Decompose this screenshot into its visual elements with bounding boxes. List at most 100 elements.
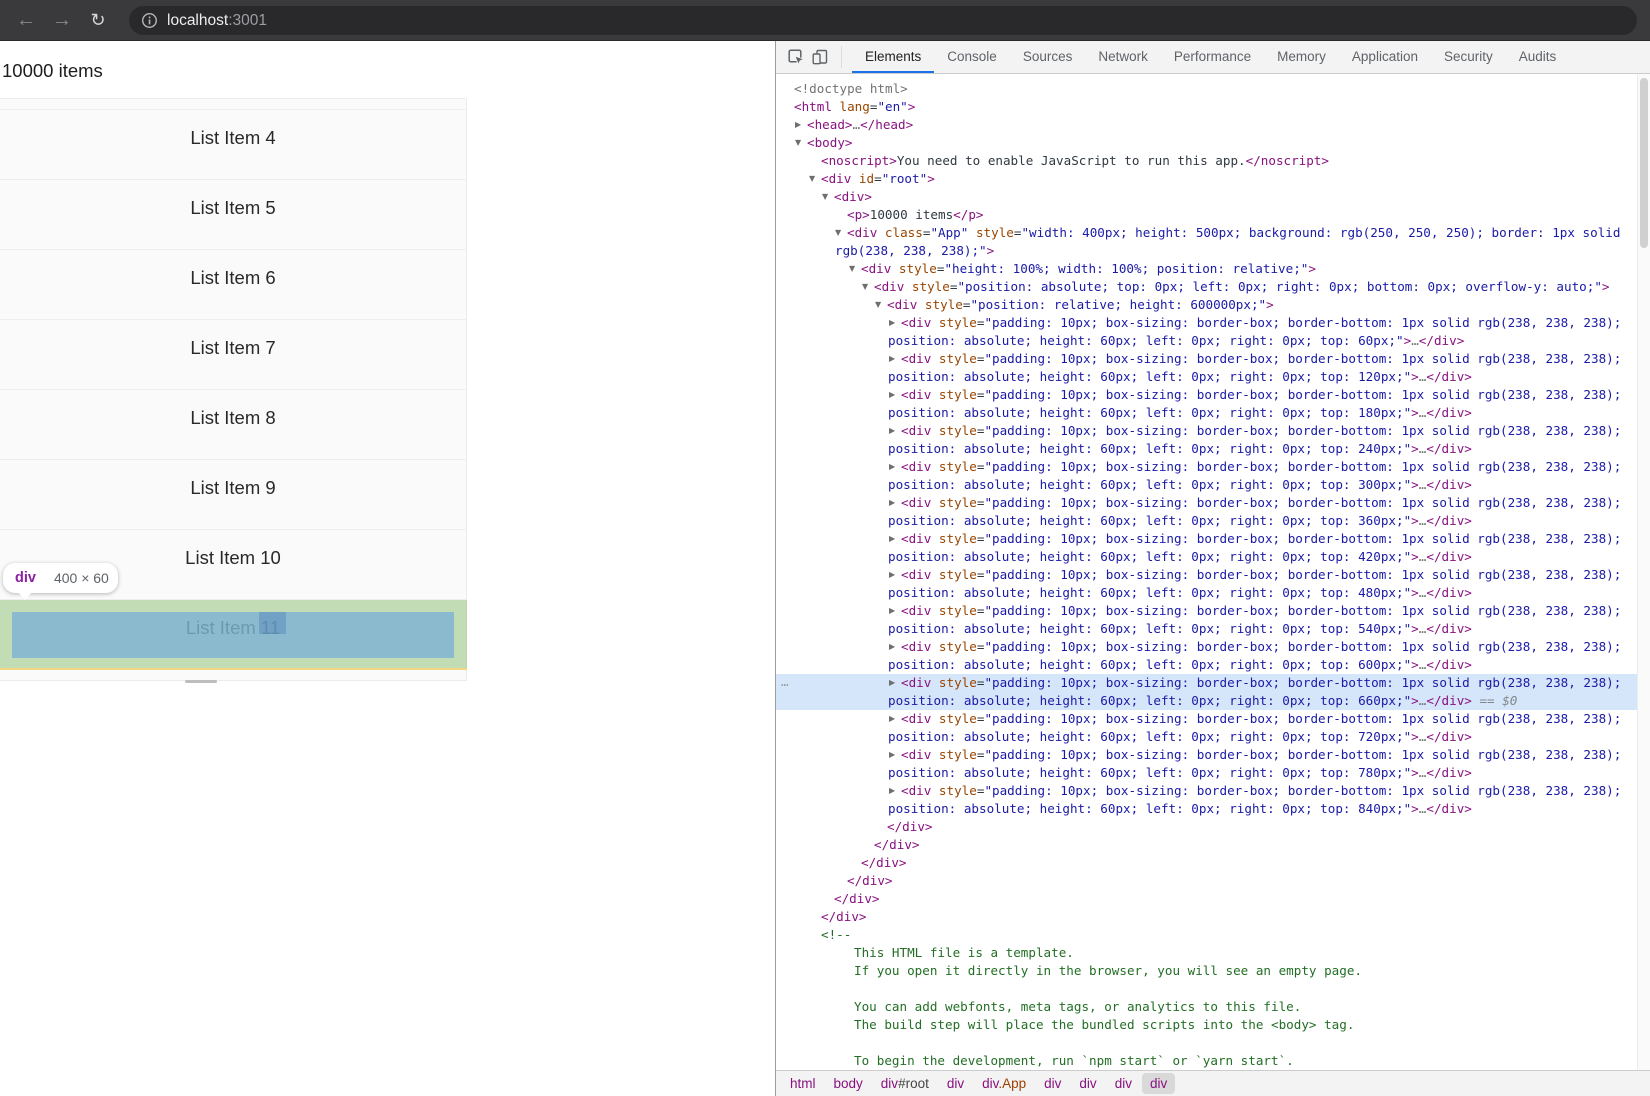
dom-tree-line[interactable]: <!doctype html> [776, 80, 1637, 98]
dom-tree-line[interactable]: position: absolute; height: 60px; left: … [776, 584, 1637, 602]
dom-tree-line[interactable]: ▶<head>…</head> [776, 116, 1637, 134]
dom-tree-line[interactable] [776, 980, 1637, 998]
dom-tree-line[interactable]: ▼<body> [776, 134, 1637, 152]
dom-tree-line[interactable]: ▶<div style="padding: 10px; box-sizing: … [776, 314, 1637, 332]
dom-tree-line[interactable]: ▶<div style="padding: 10px; box-sizing: … [776, 602, 1637, 620]
virtual-list[interactable]: List Item 4List Item 5List Item 6List It… [0, 98, 467, 681]
info-icon[interactable] [141, 12, 158, 29]
dom-tree-line[interactable]: ▶<div style="padding: 10px; box-sizing: … [776, 386, 1637, 404]
collapse-arrow-icon[interactable]: ▼ [822, 188, 828, 206]
expand-arrow-icon[interactable]: ▶ [795, 116, 801, 134]
expand-arrow-icon[interactable]: ▶ [889, 386, 895, 404]
dom-tree-line[interactable]: ▼<div id="root"> [776, 170, 1637, 188]
dom-tree-line[interactable]: position: absolute; height: 60px; left: … [776, 512, 1637, 530]
expand-arrow-icon[interactable]: ▶ [889, 458, 895, 476]
dom-tree-line[interactable]: ▶<div style="padding: 10px; box-sizing: … [776, 458, 1637, 476]
breadcrumb-item[interactable]: div [939, 1073, 972, 1094]
breadcrumb-item[interactable]: html [782, 1073, 824, 1094]
dom-tree-line[interactable]: </div> [776, 854, 1637, 872]
collapse-arrow-icon[interactable]: ▼ [809, 170, 815, 188]
back-button[interactable]: ← [12, 0, 40, 40]
dom-tree-line[interactable]: position: absolute; height: 60px; left: … [776, 764, 1637, 782]
tab-memory[interactable]: Memory [1264, 41, 1339, 73]
tab-application[interactable]: Application [1339, 41, 1431, 73]
dom-tree-line[interactable]: position: absolute; height: 60px; left: … [776, 368, 1637, 386]
tab-elements[interactable]: Elements [852, 41, 934, 73]
dom-tree-line[interactable]: position: absolute; height: 60px; left: … [776, 332, 1637, 350]
breadcrumb-item[interactable]: div [1142, 1073, 1175, 1094]
tab-sources[interactable]: Sources [1010, 41, 1086, 73]
reload-button[interactable]: ↻ [84, 0, 112, 40]
dom-tree-line[interactable]: You can add webfonts, meta tags, or anal… [776, 998, 1637, 1016]
dom-tree-line[interactable]: <!-- [776, 926, 1637, 944]
address-bar[interactable]: localhost :3001 [129, 6, 1637, 35]
tab-network[interactable]: Network [1085, 41, 1161, 73]
dom-tree-line[interactable]: <noscript>You need to enable JavaScript … [776, 152, 1637, 170]
expand-arrow-icon[interactable]: ▶ [889, 746, 895, 764]
inspect-element-icon[interactable] [787, 48, 805, 66]
dom-tree-line[interactable]: position: absolute; height: 60px; left: … [776, 548, 1637, 566]
tab-audits[interactable]: Audits [1506, 41, 1570, 73]
breadcrumb-item[interactable]: div [1107, 1073, 1140, 1094]
collapse-arrow-icon[interactable]: ▼ [849, 260, 855, 278]
dom-tree-line[interactable]: ▶<div style="padding: 10px; box-sizing: … [776, 710, 1637, 728]
list-item[interactable]: List Item 4 [0, 110, 466, 180]
collapse-arrow-icon[interactable]: ▼ [875, 296, 881, 314]
dom-tree-line[interactable]: ▶<div style="padding: 10px; box-sizing: … [776, 422, 1637, 440]
breadcrumb-item[interactable]: div#root [873, 1073, 937, 1094]
dom-tree-line[interactable]: ▶<div style="padding: 10px; box-sizing: … [776, 530, 1637, 548]
dom-tree-line[interactable]: The build step will place the bundled sc… [776, 1016, 1637, 1034]
collapse-arrow-icon[interactable]: ▼ [862, 278, 868, 296]
expand-arrow-icon[interactable]: ▶ [889, 782, 895, 800]
list-item-partial[interactable] [0, 98, 466, 110]
device-toolbar-icon[interactable] [811, 48, 829, 66]
dom-tree-line[interactable]: position: absolute; height: 60px; left: … [776, 476, 1637, 494]
expand-arrow-icon[interactable]: ▶ [889, 566, 895, 584]
dom-tree-line[interactable]: </div> [776, 908, 1637, 926]
expand-arrow-icon[interactable]: ▶ [889, 350, 895, 368]
dom-tree-line[interactable]: To begin the development, run `npm start… [776, 1052, 1637, 1070]
list-item[interactable]: List Item 6 [0, 250, 466, 320]
breadcrumb-item[interactable]: div [1036, 1073, 1069, 1094]
gutter-more-icon[interactable]: … [781, 674, 790, 690]
dom-tree-line[interactable]: rgb(238, 238, 238);"> [776, 242, 1637, 260]
tab-console[interactable]: Console [934, 41, 1010, 73]
dom-tree-line[interactable]: position: absolute; height: 60px; left: … [776, 800, 1637, 818]
dom-tree-line[interactable]: <html lang="en"> [776, 98, 1637, 116]
dom-tree-line[interactable]: </div> [776, 872, 1637, 890]
collapse-arrow-icon[interactable]: ▼ [835, 224, 841, 242]
breadcrumb-item[interactable]: body [826, 1073, 871, 1094]
tab-security[interactable]: Security [1431, 41, 1506, 73]
expand-arrow-icon[interactable]: ▶ [889, 602, 895, 620]
dom-tree-line[interactable]: ▶<div style="padding: 10px; box-sizing: … [776, 494, 1637, 512]
expand-arrow-icon[interactable]: ▶ [889, 494, 895, 512]
dom-tree-line[interactable]: position: absolute; height: 60px; left: … [776, 692, 1637, 710]
expand-arrow-icon[interactable]: ▶ [889, 422, 895, 440]
tab-performance[interactable]: Performance [1161, 41, 1264, 73]
scrollbar-dash[interactable] [185, 680, 217, 683]
dom-tree-line[interactable]: position: absolute; height: 60px; left: … [776, 404, 1637, 422]
dom-tree-line[interactable]: ▼<div style="height: 100%; width: 100%; … [776, 260, 1637, 278]
forward-button[interactable]: → [48, 0, 76, 40]
dom-tree-line[interactable]: position: absolute; height: 60px; left: … [776, 440, 1637, 458]
dom-tree-line[interactable]: </div> [776, 890, 1637, 908]
dom-tree-line[interactable]: If you open it directly in the browser, … [776, 962, 1637, 980]
list-item[interactable]: List Item 11 [0, 600, 466, 670]
dom-tree-line[interactable]: ▶<div style="padding: 10px; box-sizing: … [776, 566, 1637, 584]
dom-tree-line[interactable]: ▶<div style="padding: 10px; box-sizing: … [776, 782, 1637, 800]
devtools-scrollbar[interactable] [1637, 74, 1650, 1070]
scrollbar-thumb[interactable] [1640, 78, 1648, 248]
dom-tree-line[interactable]: position: absolute; height: 60px; left: … [776, 728, 1637, 746]
list-item[interactable]: List Item 7 [0, 320, 466, 390]
dom-tree-line[interactable]: This HTML file is a template. [776, 944, 1637, 962]
dom-tree-line[interactable]: position: absolute; height: 60px; left: … [776, 656, 1637, 674]
list-item[interactable]: List Item 5 [0, 180, 466, 250]
dom-tree-line[interactable]: ▶<div style="padding: 10px; box-sizing: … [776, 350, 1637, 368]
dom-tree-line[interactable]: </div> [776, 818, 1637, 836]
dom-tree-line[interactable]: ▶<div style="padding: 10px; box-sizing: … [776, 746, 1637, 764]
dom-tree-line[interactable]: ▼<div style="position: absolute; top: 0p… [776, 278, 1637, 296]
dom-tree-line[interactable]: ▼<div> [776, 188, 1637, 206]
dom-tree-line[interactable]: ▼<div style="position: relative; height:… [776, 296, 1637, 314]
dom-tree-line[interactable]: </div> [776, 836, 1637, 854]
collapse-arrow-icon[interactable]: ▼ [795, 134, 801, 152]
